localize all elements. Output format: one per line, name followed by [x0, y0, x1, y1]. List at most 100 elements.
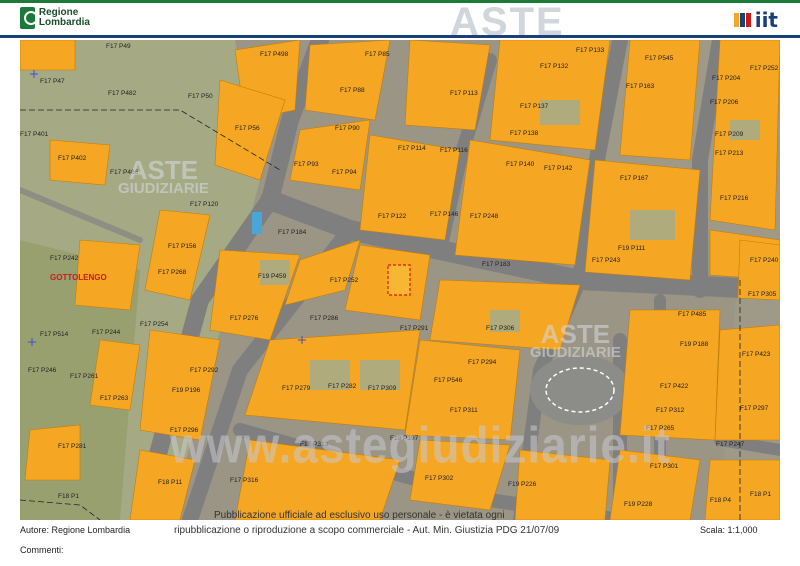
scale-label: Scala: 1:1,000 — [700, 525, 758, 535]
parcel-label: F17 P254 — [140, 321, 169, 328]
parcel-label: F17 P140 — [506, 161, 535, 168]
parcel-label: F17 P292 — [190, 367, 219, 374]
parcel-label: F17 P88 — [340, 87, 365, 94]
parcel-label: F17 P146 — [430, 211, 459, 218]
parcel-label: F18 P1 — [750, 491, 771, 498]
parcel-label: F19 P459 — [258, 273, 287, 280]
footer: Autore: Regione Lombardia Pubblicazione … — [0, 510, 800, 566]
parcel-label: F17 P133 — [576, 47, 605, 54]
parcel-label: F17 P312 — [656, 407, 685, 414]
iit-logo-text: iit — [754, 8, 778, 32]
parcel-label: F17 P282 — [328, 383, 357, 390]
parcel-label: F17 P291 — [400, 325, 429, 332]
parcel-label: F17 P423 — [742, 351, 771, 358]
parcel-label: F17 P246 — [28, 367, 57, 374]
parcel-label: F17 P85 — [365, 51, 390, 58]
parcel-label: F17 P316 — [230, 477, 259, 484]
parcel-label: F17 P294 — [468, 359, 497, 366]
url-watermark: www.astegiudiziarie.it — [170, 416, 671, 474]
parcel-label: F17 P90 — [335, 125, 360, 132]
header-bottom-bar — [0, 35, 800, 38]
parcel-label: F17 P514 — [40, 331, 69, 338]
parcel-label: F17 P297 — [740, 405, 769, 412]
parcel-label: F17 P243 — [592, 257, 621, 264]
parcel-label: F17 P252 — [750, 65, 779, 72]
parcel-label: F19 P188 — [680, 341, 709, 348]
parcel-label: F17 P248 — [470, 213, 499, 220]
parcel-label: F18 P4 — [710, 497, 731, 504]
parcel-label: F17 P546 — [434, 377, 463, 384]
parcel-label: F17 P545 — [645, 55, 674, 62]
parcel-label: F17 P167 — [620, 175, 649, 182]
author-label: Autore: Regione Lombardia — [20, 525, 131, 535]
parcel-label: F17 P401 — [20, 131, 49, 138]
parcel-label: F17 P93 — [294, 161, 319, 168]
header: Regione Lombardia ASTE iit — [0, 0, 800, 44]
place-name-label: GOTTOLENGO — [50, 273, 107, 282]
parcel-label: F17 P50 — [188, 93, 213, 100]
parcel-label: F17 P242 — [50, 255, 79, 262]
parcel-label: F17 P402 — [58, 155, 87, 162]
aste-watermark-left: ASTE GIUDIZIARIE — [118, 155, 209, 197]
parcel-label: F17 P311 — [450, 407, 478, 414]
regione-lombardia-logo: Regione Lombardia — [20, 6, 90, 30]
parcel-label: F17 P305 — [748, 291, 777, 298]
parcel-label: F17 P286 — [310, 315, 339, 322]
parcel-label: F17 P498 — [260, 51, 289, 58]
parcel-label: F17 P247 — [716, 441, 745, 448]
publication-notice-line2: ripubblicazione o riproduzione a scopo c… — [174, 525, 560, 536]
parcel-label: F17 P216 — [720, 195, 749, 202]
parcel-label: F17 P94 — [332, 169, 357, 176]
parcel-label: F17 P306 — [486, 325, 515, 332]
header-top-bar — [0, 0, 800, 3]
aste-watermark-right: ASTE GIUDIZIARIE — [530, 319, 621, 361]
parcel-label: F17 P163 — [626, 83, 655, 90]
parcel-label: F17 P276 — [230, 315, 259, 322]
parcel-label: F17 P137 — [520, 103, 549, 110]
parcel-label: F18 P1 — [58, 493, 79, 500]
parcel-label: F17 P183 — [482, 261, 511, 268]
parcel-label: F19 P111 — [618, 245, 646, 252]
parcel-label: F19 P228 — [624, 501, 653, 508]
parcel-label: F17 P156 — [168, 243, 197, 250]
parcel-label: F17 P213 — [715, 150, 744, 157]
parcel-label: F17 P113 — [450, 90, 478, 97]
parcel-label: F17 P309 — [368, 385, 397, 392]
parcel-label: F17 P116 — [440, 147, 468, 154]
parcel-label: F17 P142 — [544, 165, 573, 172]
parcel-label: F17 P279 — [282, 385, 311, 392]
parcel-label: F17 P482 — [108, 90, 137, 97]
parcel-label: F17 P49 — [106, 43, 131, 50]
parcel-label: F17 P206 — [710, 99, 739, 106]
iit-logo: iit — [733, 8, 778, 32]
parcel-label: F17 P184 — [278, 229, 307, 236]
parcel-label: F17 P263 — [100, 395, 129, 402]
parcel-label: F17 P132 — [540, 63, 569, 70]
parcel-label: F17 P252 — [330, 277, 359, 284]
parcel-label: F17 P244 — [92, 329, 121, 336]
parcel-label: F17 P268 — [158, 269, 187, 276]
parcel-label: F17 P122 — [378, 213, 407, 220]
aste-watermark-top: ASTE — [450, 0, 565, 44]
parcel-label: F17 P56 — [235, 125, 260, 132]
parcel-label: F17 P485 — [678, 311, 707, 318]
parcel-label: F17 P261 — [70, 373, 99, 380]
parcel-label: F17 P422 — [660, 383, 689, 390]
logo-text-line2: Lombardia — [38, 17, 90, 28]
parcel-label: F17 P281 — [58, 443, 87, 450]
parcel-label: F19 P196 — [172, 387, 201, 394]
parcel-label: F17 P138 — [510, 130, 539, 137]
parcel-label: F17 P209 — [715, 131, 744, 138]
parcel-label: F17 P240 — [750, 257, 779, 264]
parcel-label: F17 P302 — [425, 475, 454, 482]
iit-mark-icon — [733, 13, 751, 27]
comments-label: Commenti: — [20, 545, 64, 555]
parcel-label: F17 P114 — [398, 145, 426, 152]
parcel-label: F17 P204 — [712, 75, 741, 82]
parcel-label: F18 P11 — [158, 479, 182, 486]
publication-notice-line1: Pubblicazione ufficiale ad esclusivo uso… — [214, 510, 505, 521]
parcel-label: F17 P120 — [190, 201, 219, 208]
parcel-label: F19 P226 — [508, 481, 537, 488]
rose-camuna-icon — [20, 7, 38, 29]
parcel-label: F17 P47 — [40, 78, 65, 85]
